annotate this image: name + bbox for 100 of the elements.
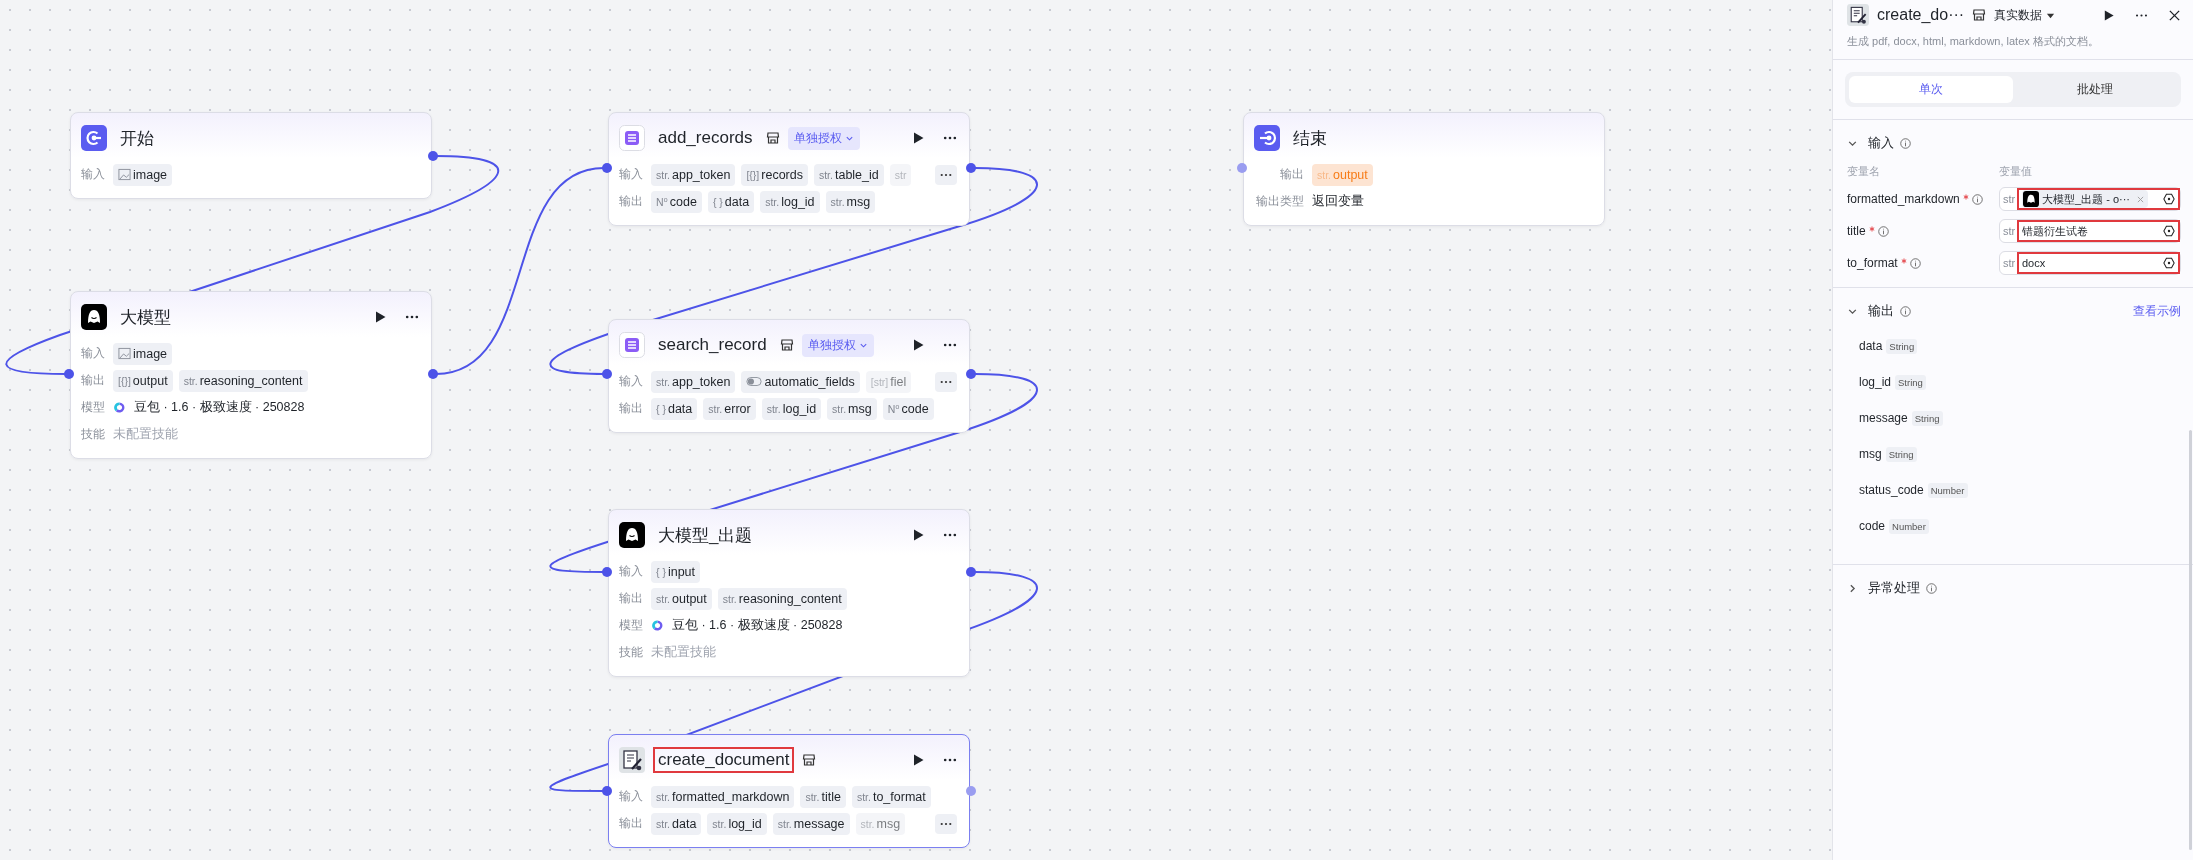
row-label: 输出 [619,590,643,607]
type-prefix: str. [1317,168,1331,181]
param-name: title [1847,224,1866,238]
port-dot[interactable] [966,786,976,796]
auth-dropdown[interactable]: 单独授权 [801,333,874,357]
port-dot[interactable] [602,567,612,577]
node-card[interactable]: 大模型_出题 输入 { } input 输出 str. output str. reasoning_content 模型 豆包 · 1.6 · 极致速度 · 250828 技能 未配置技能 [608,509,970,677]
variable-name: fiel [890,374,907,389]
value-input[interactable]: docx [2017,252,2180,274]
variable-name: msg [848,401,872,416]
play-icon[interactable] [911,753,925,767]
section-title: 异常处理 [1868,579,1920,597]
variable-name: output [1333,167,1368,182]
data-mode-dropdown[interactable]: 真实数据 [1994,6,2056,24]
node-card[interactable]: 开始 输入 image [70,112,432,199]
model-logo-icon [113,401,126,414]
image-icon [118,168,131,181]
variable-name: message [793,816,845,831]
variable-icon[interactable] [2163,193,2175,205]
more-button[interactable] [935,164,957,185]
row-label: 技能 [619,644,643,661]
value-input[interactable]: 错题衍生试卷 [2017,220,2180,242]
info-icon [1926,582,1937,594]
table-icon [619,125,645,151]
node-title: create_document [653,747,795,773]
value-field[interactable]: str 错题衍生试卷 [1999,219,2181,243]
port-dot[interactable] [966,369,976,379]
document-icon [619,747,645,773]
type-prefix: str. [856,790,871,803]
play-icon[interactable] [911,131,925,145]
value-field[interactable]: str 大模型_出题 - o··· [1999,187,2181,211]
port-dot[interactable] [966,567,976,577]
node-card[interactable]: add_records 单独授权 输入 str. app_token [{}] records str. table_id str 输出 N⁰ code { } data str. log_id str. msg [608,112,970,226]
scrollbar[interactable] [2189,430,2192,850]
port-dot[interactable] [64,369,74,379]
table-icon [619,332,645,358]
close-icon[interactable] [2168,8,2181,22]
section-title: 输入 [1868,134,1894,152]
node-card[interactable]: 结束 输出 str. output 输出类型 返回变量 [1243,112,1605,226]
field-name: log_id [1859,375,1892,389]
type-prefix: str [2002,225,2017,237]
variable-name: log_id [782,401,817,416]
port-dot[interactable] [966,163,976,173]
node-card[interactable]: search_record 单独授权 输入 str. app_token automatic_fields [str] fiel 输出 { } data str. error str. log_id str. msg N⁰ code [608,319,970,433]
row-label: 模型 [619,617,643,634]
image-icon [118,347,131,360]
type-badge: String [1886,338,1918,354]
more-button[interactable] [935,813,957,834]
type-prefix: str. [777,817,792,830]
variable-icon[interactable] [2163,257,2175,269]
play-icon[interactable] [2102,8,2115,22]
row-label: 输出类型 [1255,193,1304,210]
variable-name: reasoning_content [199,373,303,388]
variable-name: image [133,346,168,361]
info-icon [1877,225,1889,237]
variable-name: records [761,167,803,182]
node-card[interactable]: 大模型 输入 image 输出 [{}] output str. reasoning_content 模型 豆包 · 1.6 · 极致速度 · 250828 技能 未配置技能 [70,291,432,459]
view-example-link[interactable]: 查看示例 [2133,303,2181,319]
auth-dropdown[interactable]: 单独授权 [787,126,860,150]
variable-name: output [672,591,707,606]
type-prefix: [{}] [118,374,131,387]
play-icon[interactable] [373,310,387,324]
variable-name: code [669,194,697,209]
port-dot[interactable] [428,151,438,161]
type-prefix: { } [712,195,723,208]
field-name: code [1859,519,1886,533]
type-prefix: N⁰ [887,402,900,415]
port-dot[interactable] [602,163,612,173]
more-icon [940,172,952,177]
type-prefix: str. [656,817,670,830]
tab[interactable]: 单次 [1849,76,2013,103]
variable-name: app_token [672,167,731,182]
info-icon [1900,305,1911,317]
type-prefix: str. [656,375,670,388]
node-title: 开始 [119,127,155,150]
type-prefix: str. [830,195,845,208]
end-icon [1254,125,1280,151]
info-icon [1900,137,1911,149]
row-label: 输入 [81,166,105,183]
variable-name: output [132,373,168,388]
store-icon [802,753,817,767]
variable-icon[interactable] [2163,225,2175,237]
port-dot[interactable] [602,786,612,796]
play-icon[interactable] [911,528,925,542]
value-field[interactable]: str docx [1999,251,2181,275]
port-dot[interactable] [1237,163,1247,173]
value-input[interactable]: 大模型_出题 - o··· [2017,188,2180,210]
type-prefix: [str] [870,375,889,388]
more-button[interactable] [935,371,957,392]
variable-name: app_token [672,374,731,389]
ghost-icon [2023,191,2039,207]
node-card[interactable]: create_document 输入 str. formatted_markdown str. title str. to_format 输出 str. data str. log_id str. message str. msg [608,734,970,848]
tab[interactable]: 批处理 [2013,76,2177,103]
info-icon [1971,193,1983,205]
type-prefix: N⁰ [656,195,668,208]
more-icon [940,379,952,384]
panel-description: 生成 pdf, docx, html, markdown, latex 格式的文档。 [1846,34,2100,49]
port-dot[interactable] [602,369,612,379]
play-icon[interactable] [911,338,925,352]
port-dot[interactable] [428,369,438,379]
